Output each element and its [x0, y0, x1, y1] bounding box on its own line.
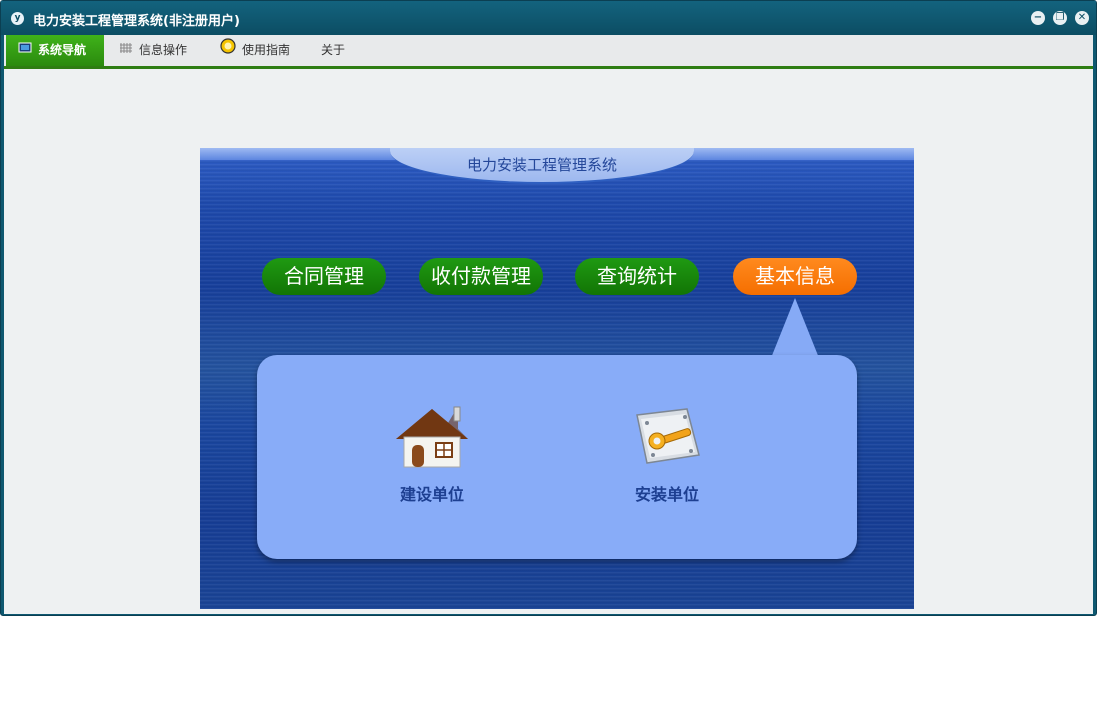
- minimize-button[interactable]: −: [1031, 11, 1045, 25]
- house-icon: [392, 406, 472, 475]
- menu-label: 信息操作: [139, 43, 188, 57]
- app-logo-icon: y: [11, 12, 24, 25]
- panel-title: 电力安装工程管理系统: [466, 156, 617, 174]
- navigation-panel: 电力安装工程管理系统 合同管理 收付款管理 查询统计 基本信息 建设单位 安装单…: [200, 148, 914, 609]
- menu-user-guide[interactable]: 使用指南: [220, 35, 310, 66]
- monitor-icon: [18, 35, 32, 66]
- nav-basic-info[interactable]: 基本信息: [733, 258, 857, 295]
- menu-label: 使用指南: [242, 43, 291, 57]
- tile-label: 安装单位: [634, 485, 699, 504]
- menu-system-navigation[interactable]: 系统导航: [6, 35, 104, 66]
- window-title: 电力安装工程管理系统(非注册用户): [33, 14, 240, 29]
- menu-info-operation[interactable]: 信息操作: [120, 35, 210, 66]
- menu-about[interactable]: 关于: [321, 35, 361, 66]
- title-bar: y 电力安装工程管理系统(非注册用户) − ❐ ✕: [1, 1, 1096, 35]
- grid-icon: [120, 35, 133, 66]
- menu-label: 关于: [321, 43, 346, 57]
- menu-bar: 系统导航 信息操作 使用指南 关于: [4, 35, 1093, 66]
- nav-payment-management[interactable]: 收付款管理: [419, 258, 543, 295]
- tile-installation-unit[interactable]: 安装单位: [607, 405, 727, 505]
- nav-query-statistics[interactable]: 查询统计: [575, 258, 699, 295]
- tile-label: 建设单位: [399, 485, 464, 504]
- submenu-bubble: 建设单位 安装单位: [257, 355, 857, 559]
- restore-button[interactable]: ❐: [1053, 11, 1067, 25]
- wrench-settings-icon: [627, 408, 707, 475]
- bubble-pointer: [771, 298, 819, 358]
- menu-label: 系统导航: [38, 43, 87, 57]
- tile-construction-unit[interactable]: 建设单位: [372, 405, 492, 505]
- nav-contract-management[interactable]: 合同管理: [262, 258, 386, 295]
- help-icon: [220, 35, 236, 66]
- close-button[interactable]: ✕: [1075, 11, 1089, 25]
